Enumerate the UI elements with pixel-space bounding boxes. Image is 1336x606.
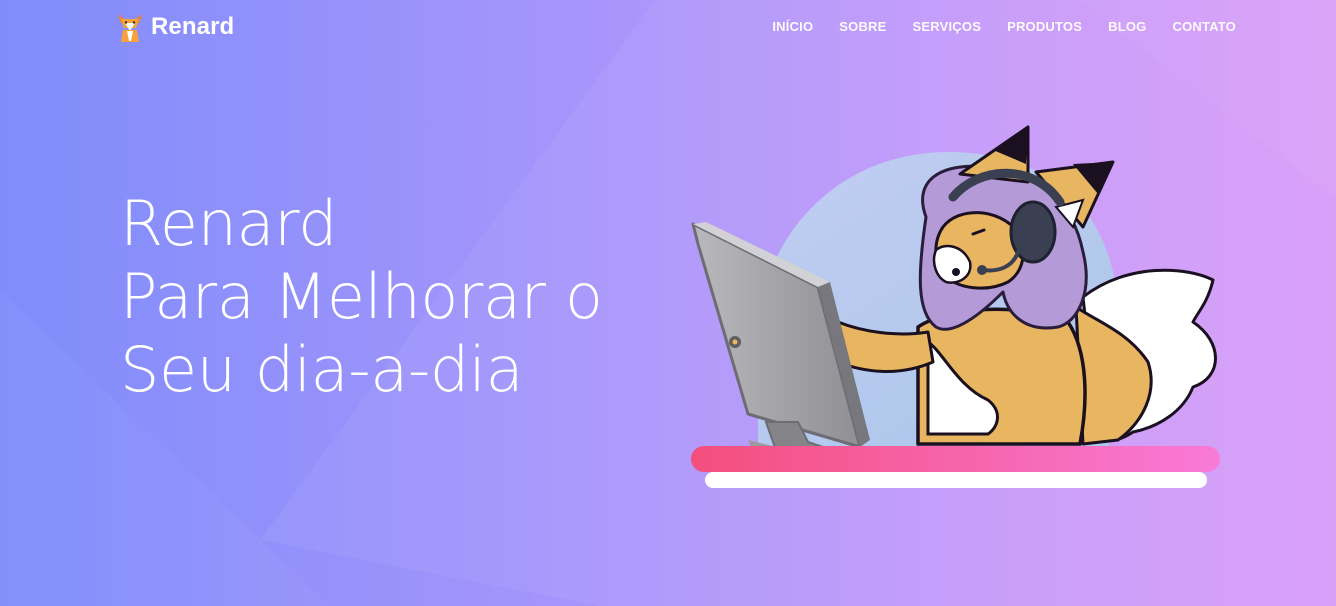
brand-logo-link[interactable]: Renard [116, 11, 234, 43]
fox-logo-icon [118, 14, 142, 42]
hero-illustration [688, 122, 1223, 492]
brand-name: Renard [151, 13, 235, 40]
nav-item-blog[interactable]: BLOG [1108, 18, 1146, 36]
nav-item-sobre[interactable]: SOBRE [839, 18, 886, 36]
desk-top-shape [691, 446, 1220, 472]
hero-title-line-3: Seu dia-a-dia [120, 333, 524, 406]
hero-title: Renard Para Melhorar o Seu dia-a-dia [120, 187, 603, 406]
navbar: Renard INÍCIO SOBRE SERVIÇOS PRODUTOS BL… [0, 0, 1336, 56]
nav-item-inicio[interactable]: INÍCIO [772, 18, 813, 36]
hero-title-line-2: Para Melhorar o [120, 260, 603, 333]
nav-item-produtos[interactable]: PRODUTOS [1007, 18, 1082, 36]
main-navigation: INÍCIO SOBRE SERVIÇOS PRODUTOS BLOG CONT… [772, 18, 1236, 36]
nav-item-contato[interactable]: CONTATO [1172, 18, 1236, 36]
desk-shelf-shape [705, 472, 1207, 488]
nav-item-servicos[interactable]: SERVIÇOS [913, 18, 982, 36]
hero-title-line-1: Renard [120, 187, 338, 260]
